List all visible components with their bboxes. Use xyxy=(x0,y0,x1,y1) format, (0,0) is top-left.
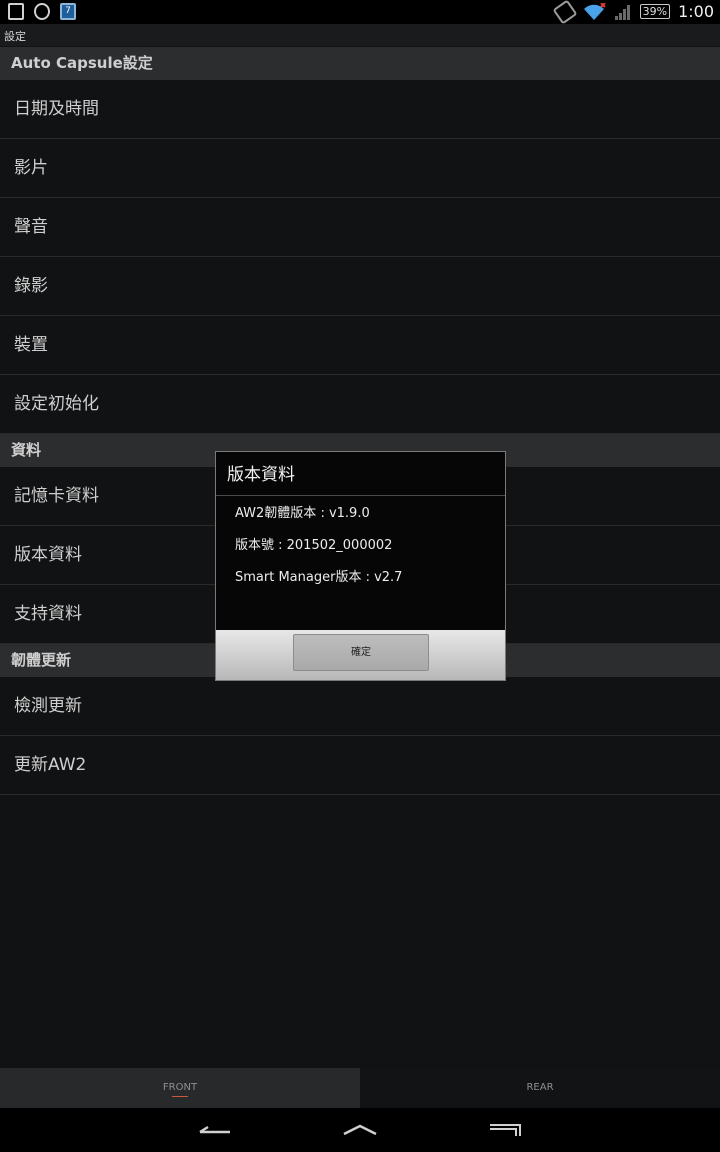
clock: 1:00 xyxy=(678,2,714,21)
dialog-footer: 確定 xyxy=(216,630,505,680)
tab-front[interactable]: FRONT xyxy=(0,1068,360,1108)
settings-item-video[interactable]: 影片 xyxy=(0,139,720,198)
settings-item-device[interactable]: 裝置 xyxy=(0,316,720,375)
tab-active-indicator xyxy=(172,1096,188,1097)
settings-item-date-time[interactable]: 日期及時間 xyxy=(0,80,720,139)
dialog-title: 版本資料 xyxy=(216,452,505,496)
battery-indicator: 39% xyxy=(639,4,671,19)
firmware-version-text: AW2韌體版本 : v1.9.0 xyxy=(235,506,370,521)
version-info-dialog: 版本資料 AW2韌體版本 : v1.9.0 版本號 : 201502_00000… xyxy=(215,451,506,681)
status-bar: 7 39% 1:00 xyxy=(0,0,720,25)
settings-item-sound[interactable]: 聲音 xyxy=(0,198,720,257)
settings-item-check-update[interactable]: 檢測更新 xyxy=(0,677,720,736)
camera-tabs: FRONT REAR xyxy=(0,1068,720,1108)
app-title: 設定 xyxy=(0,24,720,46)
settings-item-update-aw2[interactable]: 更新AW2 xyxy=(0,736,720,795)
tab-rear[interactable]: REAR xyxy=(360,1068,720,1108)
back-icon[interactable] xyxy=(196,1120,236,1140)
settings-item-recording[interactable]: 錄影 xyxy=(0,257,720,316)
sync-icon xyxy=(34,3,50,20)
settings-item-reset[interactable]: 設定初始化 xyxy=(0,375,720,434)
tab-front-label: FRONT xyxy=(162,1082,198,1093)
section-header-auto-capsule: Auto Capsule設定 xyxy=(0,47,720,80)
home-icon[interactable] xyxy=(340,1120,380,1140)
navigation-bar xyxy=(0,1108,720,1152)
smart-manager-version-text: Smart Manager版本 : v2.7 xyxy=(235,570,403,585)
calendar-icon: 7 xyxy=(60,3,76,20)
signal-icon xyxy=(614,3,632,21)
recent-apps-icon[interactable] xyxy=(486,1120,526,1140)
screenshot-icon xyxy=(8,3,24,20)
tab-rear-label: REAR xyxy=(526,1082,554,1093)
build-number-text: 版本號 : 201502_000002 xyxy=(235,538,393,553)
ok-button[interactable]: 確定 xyxy=(293,634,429,671)
auto-rotate-icon xyxy=(552,0,578,25)
wifi-icon xyxy=(582,2,606,21)
